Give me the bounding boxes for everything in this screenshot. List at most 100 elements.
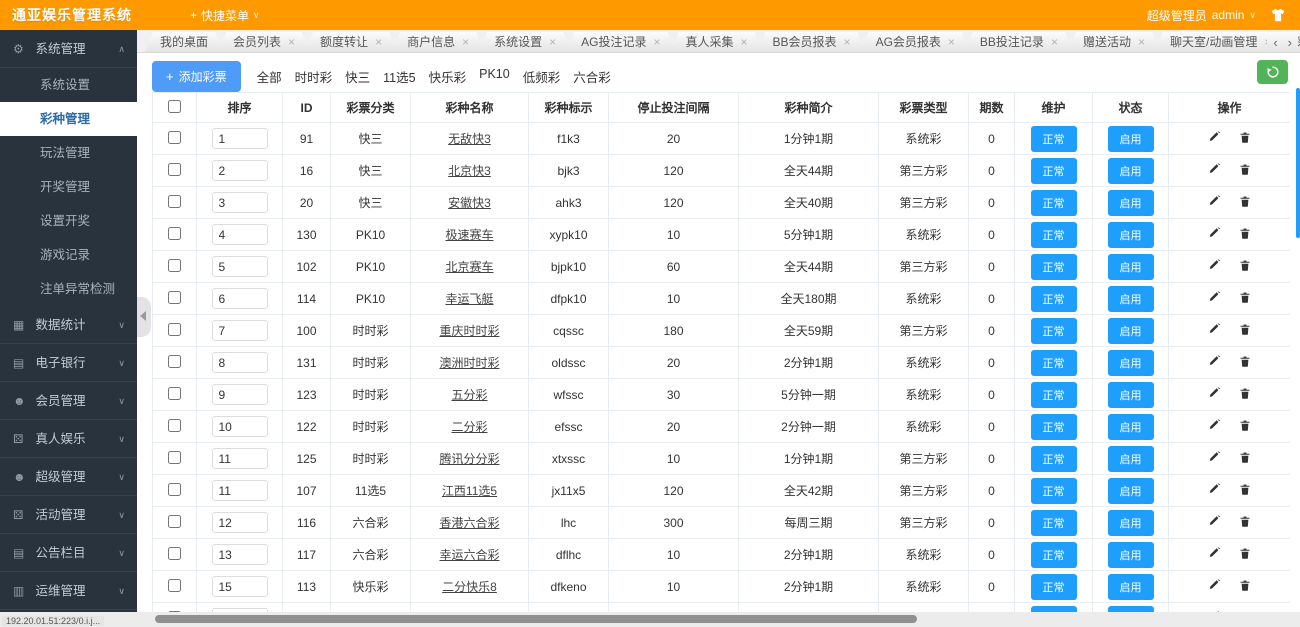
row-checkbox[interactable] bbox=[168, 226, 181, 240]
status-button[interactable]: 启用 bbox=[1107, 349, 1154, 376]
maintain-button[interactable]: 正常 bbox=[1030, 477, 1077, 504]
maintain-button[interactable]: 正常 bbox=[1030, 221, 1077, 248]
tab[interactable]: 系统设置 × bbox=[479, 32, 571, 52]
tab[interactable]: 额度转让 × bbox=[305, 32, 397, 52]
sidebar-section[interactable]: ▥ 运维管理 ∨ bbox=[0, 572, 137, 610]
lottery-name-link[interactable]: 香港六合彩 bbox=[439, 516, 499, 530]
sidebar-item[interactable]: 设置开奖 bbox=[0, 204, 137, 238]
edit-icon[interactable] bbox=[1208, 322, 1221, 339]
tab-scroll-left-icon[interactable]: ‹ bbox=[1273, 35, 1277, 50]
delete-icon[interactable] bbox=[1239, 291, 1251, 307]
sort-input[interactable] bbox=[211, 160, 268, 181]
maintain-button[interactable]: 正常 bbox=[1030, 157, 1077, 184]
sidebar-section[interactable]: ▤ 公告栏目 ∨ bbox=[0, 534, 137, 572]
sort-input[interactable] bbox=[211, 416, 268, 437]
edit-icon[interactable] bbox=[1208, 386, 1221, 403]
maintain-button[interactable]: 正常 bbox=[1030, 541, 1077, 568]
status-button[interactable]: 启用 bbox=[1107, 541, 1154, 568]
lottery-name-link[interactable]: 安徽快3 bbox=[448, 196, 491, 210]
sort-input[interactable] bbox=[211, 576, 268, 597]
delete-icon[interactable] bbox=[1239, 387, 1251, 403]
sidebar-item[interactable]: 系统设置 bbox=[0, 68, 137, 102]
filter-link[interactable]: 低频彩 bbox=[523, 67, 561, 86]
maintain-button[interactable]: 正常 bbox=[1030, 509, 1077, 536]
sidebar-section[interactable]: ☻ 超级管理 ∨ bbox=[0, 458, 137, 496]
edit-icon[interactable] bbox=[1208, 194, 1221, 211]
delete-icon[interactable] bbox=[1239, 227, 1251, 243]
user-menu[interactable]: 超级管理员 admin ∨ bbox=[1147, 7, 1256, 24]
status-button[interactable]: 启用 bbox=[1107, 189, 1154, 216]
lottery-name-link[interactable]: 无敌快3 bbox=[448, 132, 491, 146]
close-icon[interactable]: × bbox=[462, 36, 469, 48]
maintain-button[interactable]: 正常 bbox=[1030, 285, 1077, 312]
maintain-button[interactable]: 正常 bbox=[1030, 317, 1077, 344]
delete-icon[interactable] bbox=[1239, 259, 1251, 275]
sidebar-item[interactable]: 注单异常检测 bbox=[0, 272, 137, 306]
maintain-button[interactable]: 正常 bbox=[1030, 253, 1077, 280]
close-icon[interactable]: × bbox=[1138, 36, 1145, 48]
edit-icon[interactable] bbox=[1208, 258, 1221, 275]
row-checkbox[interactable] bbox=[168, 418, 181, 432]
maintain-button[interactable]: 正常 bbox=[1030, 189, 1077, 216]
sort-input[interactable] bbox=[211, 448, 268, 469]
sort-input[interactable] bbox=[211, 480, 268, 501]
lottery-name-link[interactable]: 幸运六合彩 bbox=[439, 548, 499, 562]
edit-icon[interactable] bbox=[1208, 130, 1221, 147]
status-button[interactable]: 启用 bbox=[1107, 445, 1154, 472]
sort-input[interactable] bbox=[211, 256, 268, 277]
edit-icon[interactable] bbox=[1208, 162, 1221, 179]
status-button[interactable]: 启用 bbox=[1107, 413, 1154, 440]
row-checkbox[interactable] bbox=[168, 546, 181, 560]
status-button[interactable]: 启用 bbox=[1107, 573, 1154, 600]
sidebar-section[interactable]: ▦ 数据统计 ∨ bbox=[0, 306, 137, 344]
delete-icon[interactable] bbox=[1239, 483, 1251, 499]
close-icon[interactable]: × bbox=[375, 36, 382, 48]
delete-icon[interactable] bbox=[1239, 355, 1251, 371]
row-checkbox[interactable] bbox=[168, 514, 181, 528]
status-button[interactable]: 启用 bbox=[1107, 477, 1154, 504]
sidebar-section[interactable]: ☻ 会员管理 ∨ bbox=[0, 382, 137, 420]
sidebar-item[interactable]: 开奖管理 bbox=[0, 170, 137, 204]
lottery-name-link[interactable]: 腾讯分分彩 bbox=[439, 452, 499, 466]
delete-icon[interactable] bbox=[1239, 547, 1251, 563]
filter-link[interactable]: 11选5 bbox=[383, 67, 415, 86]
lottery-name-link[interactable]: 重庆时时彩 bbox=[439, 324, 499, 338]
filter-link[interactable]: PK10 bbox=[479, 67, 510, 86]
lottery-name-link[interactable]: 江西11选5 bbox=[442, 484, 497, 498]
status-button[interactable]: 启用 bbox=[1107, 285, 1154, 312]
row-checkbox[interactable] bbox=[168, 354, 181, 368]
maintain-button[interactable]: 正常 bbox=[1030, 381, 1077, 408]
delete-icon[interactable] bbox=[1239, 515, 1251, 531]
sidebar-item[interactable]: 彩种管理 bbox=[0, 102, 137, 136]
row-checkbox[interactable] bbox=[168, 162, 181, 176]
tab[interactable]: 赠送活动 × bbox=[1068, 32, 1160, 52]
sort-input[interactable] bbox=[211, 352, 268, 373]
close-icon[interactable]: × bbox=[948, 36, 955, 48]
status-button[interactable]: 启用 bbox=[1107, 125, 1154, 152]
lottery-name-link[interactable]: 二分彩 bbox=[451, 420, 487, 434]
tab[interactable]: 真人采集 × bbox=[671, 32, 763, 52]
edit-icon[interactable] bbox=[1208, 290, 1221, 307]
tab-scroll-right-icon[interactable]: › bbox=[1288, 35, 1292, 50]
maintain-button[interactable]: 正常 bbox=[1030, 413, 1077, 440]
delete-icon[interactable] bbox=[1239, 195, 1251, 211]
theme-skin-icon[interactable] bbox=[1270, 8, 1286, 27]
tab[interactable]: AG会员报表 × bbox=[861, 32, 970, 52]
delete-icon[interactable] bbox=[1239, 419, 1251, 435]
edit-icon[interactable] bbox=[1208, 578, 1221, 595]
row-checkbox[interactable] bbox=[168, 450, 181, 464]
edit-icon[interactable] bbox=[1208, 546, 1221, 563]
sidebar-collapse-handle[interactable] bbox=[137, 297, 151, 337]
row-checkbox[interactable] bbox=[168, 130, 181, 144]
close-icon[interactable]: × bbox=[1051, 36, 1058, 48]
maintain-button[interactable]: 正常 bbox=[1030, 445, 1077, 472]
tab[interactable]: 商户信息 × bbox=[392, 32, 484, 52]
row-checkbox[interactable] bbox=[168, 386, 181, 400]
row-checkbox[interactable] bbox=[168, 482, 181, 496]
edit-icon[interactable] bbox=[1208, 418, 1221, 435]
delete-icon[interactable] bbox=[1239, 323, 1251, 339]
close-icon[interactable]: × bbox=[288, 36, 295, 48]
tab[interactable]: BB会员报表 × bbox=[758, 32, 866, 52]
delete-icon[interactable] bbox=[1239, 579, 1251, 595]
tab[interactable]: BB投注记录 × bbox=[965, 32, 1073, 52]
